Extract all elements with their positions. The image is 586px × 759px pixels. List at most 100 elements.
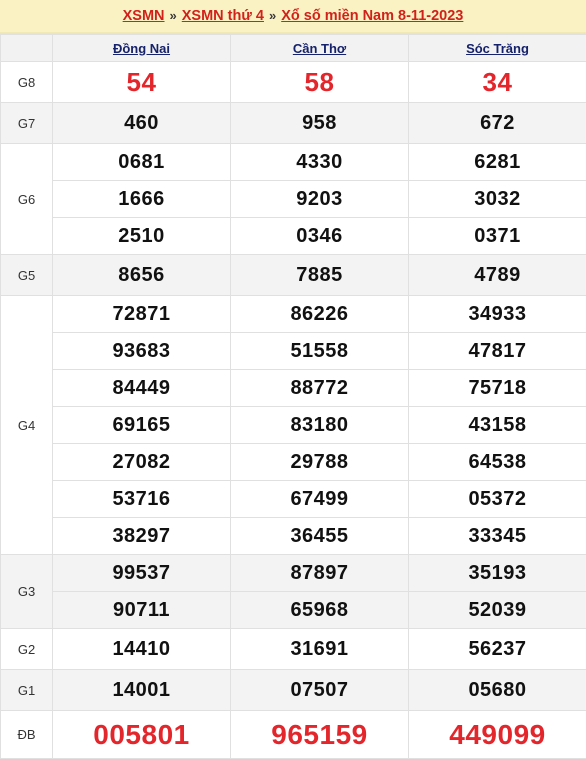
table-row: G8545834: [1, 62, 586, 103]
prize-number-cell: 47817: [409, 333, 586, 370]
prize-number-cell: 86226: [231, 296, 409, 333]
table-row: G4728718622634933: [1, 296, 586, 333]
prize-number-cell: 34933: [409, 296, 586, 333]
prize-number-cell: 6281: [409, 144, 586, 181]
prize-number-cell: 67499: [231, 481, 409, 518]
breadcrumb-item-xsmn-thu-4[interactable]: XSMN thứ 4: [182, 8, 264, 24]
table-row: 251003460371: [1, 218, 586, 255]
table-row: 907116596852039: [1, 592, 586, 629]
prize-number-cell: 4330: [231, 144, 409, 181]
prize-number-cell: 34: [409, 62, 586, 103]
table-row: G3995378789735193: [1, 555, 586, 592]
prize-number-cell: 672: [409, 103, 586, 144]
prize-number-cell: 31691: [231, 629, 409, 670]
prize-number-cell: 14001: [53, 670, 231, 711]
prize-number-cell: 9203: [231, 181, 409, 218]
prize-label-g6: G6: [1, 144, 53, 255]
prize-number-cell: 36455: [231, 518, 409, 555]
prize-number-cell: 54: [53, 62, 231, 103]
header-province-3: Sóc Trăng: [409, 35, 586, 62]
table-row: G5865678854789: [1, 255, 586, 296]
prize-number-cell: 29788: [231, 444, 409, 481]
prize-number-cell: 3032: [409, 181, 586, 218]
table-body: G8545834G7460958672G60681433062811666920…: [1, 62, 586, 759]
prize-number-cell: 72871: [53, 296, 231, 333]
breadcrumb-separator-1: »: [170, 8, 177, 23]
table-row: G1140010750705680: [1, 670, 586, 711]
prize-number-cell: 43158: [409, 407, 586, 444]
prize-number-cell: 27082: [53, 444, 231, 481]
province-link-can-tho[interactable]: Cần Thơ: [293, 41, 346, 56]
province-link-dong-nai[interactable]: Đồng Nai: [113, 41, 170, 56]
prize-number-cell: 1666: [53, 181, 231, 218]
prize-number-cell: 460: [53, 103, 231, 144]
prize-number-cell: 2510: [53, 218, 231, 255]
prize-number-cell: 38297: [53, 518, 231, 555]
lottery-results-table: Đồng Nai Cần Thơ Sóc Trăng G8545834G7460…: [0, 34, 586, 759]
prize-number-cell: 4789: [409, 255, 586, 296]
prize-label-g7: G7: [1, 103, 53, 144]
prize-number-cell: 65968: [231, 592, 409, 629]
prize-number-cell: 83180: [231, 407, 409, 444]
prize-number-cell: 0681: [53, 144, 231, 181]
breadcrumb-item-xsmn[interactable]: XSMN: [123, 8, 165, 24]
table-row: 936835155847817: [1, 333, 586, 370]
table-header: Đồng Nai Cần Thơ Sóc Trăng: [1, 35, 586, 62]
header-province-1: Đồng Nai: [53, 35, 231, 62]
prize-number-cell: 69165: [53, 407, 231, 444]
table-row: G2144103169156237: [1, 629, 586, 670]
table-row: 270822978864538: [1, 444, 586, 481]
prize-number-cell: 449099: [409, 711, 586, 759]
prize-label-g1: G1: [1, 670, 53, 711]
prize-number-cell: 99537: [53, 555, 231, 592]
table-row: 537166749905372: [1, 481, 586, 518]
prize-number-cell: 05372: [409, 481, 586, 518]
breadcrumb-banner: XSMN » XSMN thứ 4 » Xổ số miền Nam 8-11-…: [0, 0, 586, 33]
prize-number-cell: 965159: [231, 711, 409, 759]
prize-number-cell: 51558: [231, 333, 409, 370]
prize-number-cell: 7885: [231, 255, 409, 296]
prize-number-cell: 07507: [231, 670, 409, 711]
breadcrumb-item-current-page[interactable]: Xổ số miền Nam 8-11-2023: [281, 8, 463, 24]
table-row: G7460958672: [1, 103, 586, 144]
prize-number-cell: 958: [231, 103, 409, 144]
prize-label-g8: G8: [1, 62, 53, 103]
prize-number-cell: 14410: [53, 629, 231, 670]
prize-number-cell: 0346: [231, 218, 409, 255]
breadcrumb: XSMN » XSMN thứ 4 » Xổ số miền Nam 8-11-…: [123, 8, 464, 24]
prize-label-g4: G4: [1, 296, 53, 555]
prize-number-cell: 64538: [409, 444, 586, 481]
prize-number-cell: 35193: [409, 555, 586, 592]
prize-number-cell: 56237: [409, 629, 586, 670]
breadcrumb-separator-2: »: [269, 8, 276, 23]
prize-label-đb: ĐB: [1, 711, 53, 759]
table-row: 382973645533345: [1, 518, 586, 555]
prize-number-cell: 75718: [409, 370, 586, 407]
header-row: Đồng Nai Cần Thơ Sóc Trăng: [1, 35, 586, 62]
prize-number-cell: 005801: [53, 711, 231, 759]
table-row: G6068143306281: [1, 144, 586, 181]
table-row: 844498877275718: [1, 370, 586, 407]
prize-number-cell: 8656: [53, 255, 231, 296]
table-row: 691658318043158: [1, 407, 586, 444]
prize-number-cell: 05680: [409, 670, 586, 711]
prize-number-cell: 90711: [53, 592, 231, 629]
prize-number-cell: 58: [231, 62, 409, 103]
results-sheet: Đồng Nai Cần Thơ Sóc Trăng G8545834G7460…: [0, 33, 586, 759]
prize-number-cell: 88772: [231, 370, 409, 407]
prize-label-g5: G5: [1, 255, 53, 296]
prize-number-cell: 0371: [409, 218, 586, 255]
prize-label-g2: G2: [1, 629, 53, 670]
table-row: ĐB005801965159449099: [1, 711, 586, 759]
prize-number-cell: 53716: [53, 481, 231, 518]
header-corner-cell: [1, 35, 53, 62]
prize-number-cell: 93683: [53, 333, 231, 370]
prize-number-cell: 87897: [231, 555, 409, 592]
header-province-2: Cần Thơ: [231, 35, 409, 62]
prize-label-g3: G3: [1, 555, 53, 629]
prize-number-cell: 84449: [53, 370, 231, 407]
prize-number-cell: 33345: [409, 518, 586, 555]
province-link-soc-trang[interactable]: Sóc Trăng: [466, 41, 529, 56]
prize-number-cell: 52039: [409, 592, 586, 629]
table-row: 166692033032: [1, 181, 586, 218]
